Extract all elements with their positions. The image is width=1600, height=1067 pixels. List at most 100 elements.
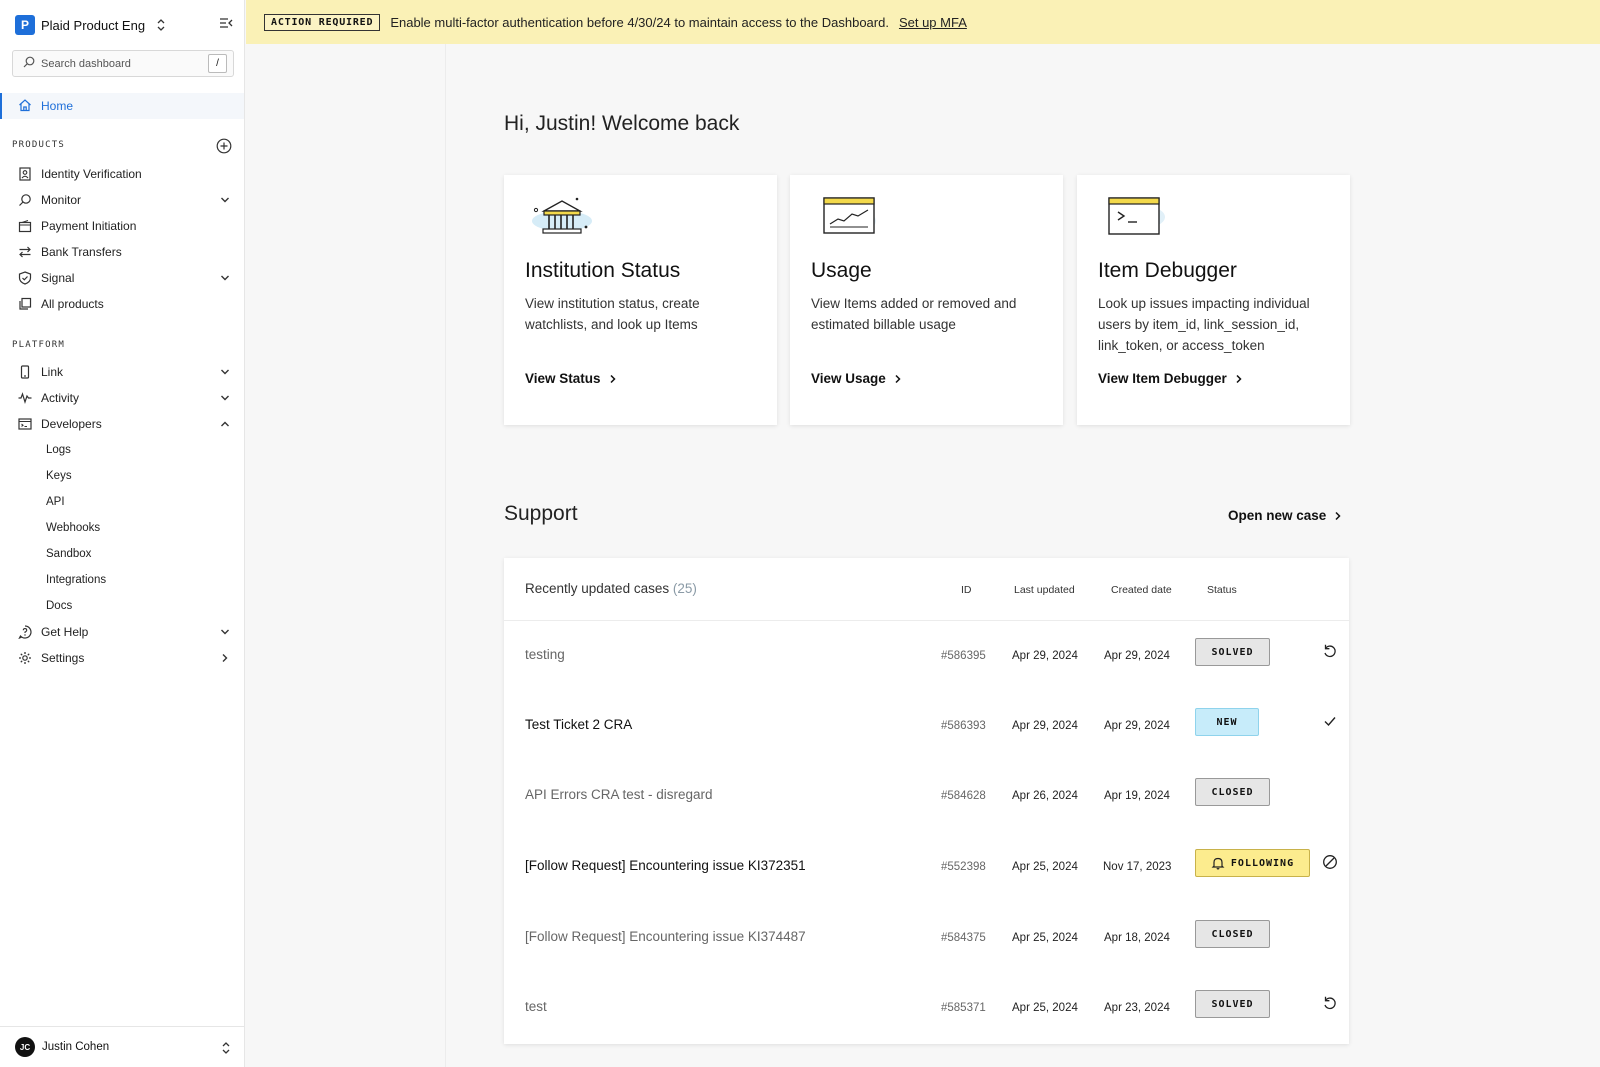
sidebar-item-label: Home [41, 99, 74, 113]
sidebar-item-label: Link [41, 365, 64, 379]
status-badge: SOLVED [1195, 990, 1270, 1018]
view-item-debugger-link[interactable]: View Item Debugger [1098, 371, 1243, 386]
sidebar-item-all-products[interactable]: All products [0, 292, 244, 316]
table-row[interactable]: [Follow Request] Encountering issue KI37… [504, 903, 1349, 973]
sidebar-item-payment-initiation[interactable]: Payment Initiation [0, 214, 244, 238]
sidebar-item-link[interactable]: Link [0, 360, 244, 384]
sidebar-item-settings[interactable]: Settings [0, 646, 244, 670]
setup-mfa-link[interactable]: Set up MFA [899, 15, 967, 30]
banner-message: Enable multi-factor authentication befor… [390, 14, 889, 30]
page-title: Hi, Justin! Welcome back [504, 112, 740, 135]
chevron-up-icon[interactable] [220, 418, 230, 432]
mfa-banner: ACTION REQUIRED Enable multi-factor auth… [246, 0, 1600, 44]
table-row[interactable]: test #585371 Apr 25, 2024 Apr 23, 2024 S… [504, 973, 1349, 1043]
search-shortcut-key: / [208, 54, 227, 73]
search-box[interactable]: / [12, 50, 234, 77]
view-usage-link[interactable]: View Usage [811, 371, 902, 386]
table-row[interactable]: API Errors CRA test - disregard #584628 … [504, 761, 1349, 831]
sidebar-item-activity[interactable]: Activity [0, 386, 244, 410]
case-last-updated: Apr 29, 2024 [1012, 720, 1078, 732]
search-icon [18, 193, 32, 207]
sidebar-subitem-integrations[interactable]: Integrations [46, 570, 106, 590]
sidebar-item-label: Signal [41, 271, 75, 285]
sidebar-item-developers[interactable]: Developers [0, 412, 244, 436]
reopen-icon[interactable] [1322, 643, 1338, 664]
status-badge: SOLVED [1195, 638, 1270, 666]
sidebar-item-signal[interactable]: Signal [0, 266, 244, 290]
sidebar-item-identity-verification[interactable]: Identity Verification [0, 162, 244, 186]
chevron-down-icon[interactable] [220, 194, 230, 208]
status-badge: FOLLOWING [1195, 849, 1310, 877]
case-created-date: Apr 29, 2024 [1104, 720, 1170, 732]
chevron-right-icon[interactable] [220, 652, 230, 666]
wallet-icon [18, 219, 32, 233]
search-input[interactable] [41, 57, 201, 70]
sidebar-subitem-logs[interactable]: Logs [46, 440, 71, 460]
sidebar-subitem-keys[interactable]: Keys [46, 466, 72, 486]
case-id: #584375 [941, 932, 986, 944]
stack-icon [18, 297, 32, 311]
view-status-link[interactable]: View Status [525, 371, 617, 386]
gear-icon [18, 651, 32, 665]
collapse-sidebar-icon[interactable] [219, 16, 233, 35]
case-id: #586395 [941, 650, 986, 662]
sidebar-item-bank-transfers[interactable]: Bank Transfers [0, 240, 244, 264]
case-id: #584628 [941, 790, 986, 802]
chevron-down-icon[interactable] [220, 392, 230, 406]
shield-icon [18, 271, 32, 285]
card-title: Item Debugger [1098, 259, 1237, 282]
case-last-updated: Apr 25, 2024 [1012, 861, 1078, 873]
sidebar-item-label: Developers [41, 417, 102, 431]
check-icon[interactable] [1322, 713, 1338, 734]
user-menu[interactable]: JC Justin Cohen [0, 1026, 244, 1067]
case-last-updated: Apr 26, 2024 [1012, 790, 1078, 802]
workspace-switcher[interactable]: P Plaid Product Eng [15, 14, 233, 36]
case-subject: Test Ticket 2 CRA [525, 717, 633, 732]
unfollow-icon[interactable] [1322, 854, 1338, 875]
column-header-last-updated: Last updated [1014, 584, 1075, 596]
card-title: Institution Status [525, 259, 681, 282]
case-created-date: Apr 18, 2024 [1104, 932, 1170, 944]
bank-building-icon [530, 195, 594, 244]
case-subject: API Errors CRA test - disregard [525, 787, 713, 802]
case-last-updated: Apr 25, 2024 [1012, 932, 1078, 944]
phone-icon [18, 365, 32, 379]
support-section-title: Support [504, 502, 578, 525]
id-card-icon [18, 167, 32, 181]
open-new-case-link[interactable]: Open new case [1228, 508, 1342, 523]
table-row[interactable]: testing #586395 Apr 29, 2024 Apr 29, 202… [504, 621, 1349, 691]
avatar: JC [15, 1037, 35, 1057]
cases-table: Recently updated cases (25) ID Last upda… [504, 558, 1349, 1044]
chevron-down-icon[interactable] [220, 626, 230, 640]
sidebar: P Plaid Product Eng / Home PRODUCTS Iden… [0, 0, 245, 1067]
card-description: View Items added or removed and estimate… [811, 296, 1017, 332]
sidebar-subitem-sandbox[interactable]: Sandbox [46, 544, 91, 564]
table-header: Recently updated cases (25) ID Last upda… [504, 558, 1349, 621]
table-row[interactable]: [Follow Request] Encountering issue KI37… [504, 832, 1349, 902]
chart-window-icon [816, 195, 880, 244]
card-description: View institution status, create watchlis… [525, 296, 700, 332]
chevron-down-icon[interactable] [220, 366, 230, 380]
bell-icon [1211, 857, 1225, 870]
sidebar-item-monitor[interactable]: Monitor [0, 188, 244, 212]
workspace-logo: P [15, 15, 35, 35]
sidebar-item-get-help[interactable]: Get Help [0, 620, 244, 644]
table-row[interactable]: Test Ticket 2 CRA #586393 Apr 29, 2024 A… [504, 691, 1349, 761]
search-icon [23, 55, 35, 73]
card-link-label: View Status [525, 371, 601, 386]
card-link-label: View Item Debugger [1098, 371, 1227, 386]
add-product-icon[interactable] [216, 138, 232, 159]
table-title: Recently updated cases (25) [525, 581, 697, 596]
case-created-date: Apr 29, 2024 [1104, 650, 1170, 662]
case-subject: [Follow Request] Encountering issue KI37… [525, 858, 806, 873]
sidebar-item-home[interactable]: Home [0, 93, 244, 119]
case-last-updated: Apr 25, 2024 [1012, 1002, 1078, 1014]
chevron-down-icon[interactable] [220, 272, 230, 286]
sidebar-item-label: Identity Verification [41, 167, 142, 181]
sidebar-item-label: Activity [41, 391, 80, 405]
sidebar-subitem-api[interactable]: API [46, 492, 65, 512]
sidebar-subitem-webhooks[interactable]: Webhooks [46, 518, 100, 538]
sidebar-subitem-docs[interactable]: Docs [46, 596, 72, 616]
reopen-icon[interactable] [1322, 995, 1338, 1016]
column-header-id: ID [961, 584, 972, 596]
